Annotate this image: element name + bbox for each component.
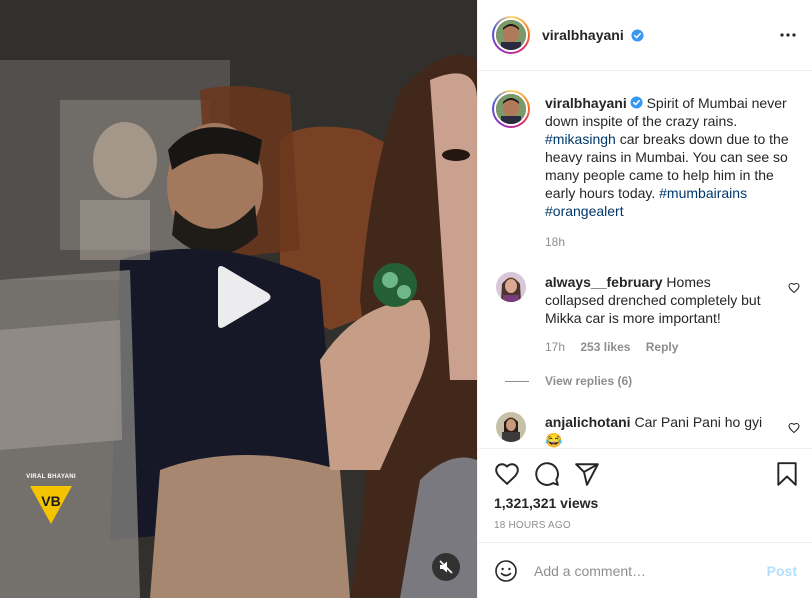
author-username[interactable]: viralbhayani bbox=[542, 27, 624, 43]
svg-text:VB: VB bbox=[41, 493, 60, 509]
commenter-username[interactable]: anjalichotani bbox=[545, 414, 631, 430]
play-icon bbox=[218, 266, 271, 328]
more-options-icon[interactable] bbox=[779, 26, 797, 44]
view-replies-label: View replies (6) bbox=[545, 374, 633, 388]
commenter-username[interactable]: always__february bbox=[545, 274, 663, 290]
verified-badge-icon bbox=[630, 96, 643, 109]
hashtag-link[interactable]: #orangealert bbox=[545, 203, 624, 219]
commenter-avatar[interactable] bbox=[496, 412, 526, 442]
comment-meta: 17h 253 likes Reply bbox=[545, 340, 690, 354]
hashtag-link[interactable]: #mikasingh bbox=[545, 131, 616, 147]
replies-divider bbox=[505, 380, 529, 382]
hashtag-link[interactable]: #mumbairains bbox=[659, 185, 747, 201]
view-replies-button[interactable]: View replies (6) bbox=[505, 374, 632, 388]
watermark: VIRAL BHAYANI VB bbox=[20, 474, 82, 530]
paper-plane-icon[interactable] bbox=[574, 461, 600, 487]
like-comment-icon[interactable] bbox=[788, 282, 800, 294]
watermark-text: VIRAL BHAYANI bbox=[26, 474, 76, 480]
post-timestamp[interactable]: 18 HOURS AGO bbox=[494, 520, 571, 531]
caption-time: 18h bbox=[545, 235, 566, 249]
commenter-avatar[interactable] bbox=[496, 272, 526, 302]
caption-username[interactable]: viralbhayani bbox=[545, 95, 627, 111]
caption-text: viralbhayani Spirit of Mumbai never down… bbox=[545, 94, 807, 220]
emoji-icon[interactable] bbox=[494, 559, 518, 583]
heart-icon[interactable] bbox=[494, 461, 520, 487]
comment-text: anjalichotani Car Pani Pani ho gyi 😂 bbox=[545, 413, 770, 448]
reply-button[interactable]: Reply bbox=[646, 340, 679, 354]
post-actions: 1,321,321 views 18 HOURS AGO bbox=[478, 448, 812, 542]
like-comment-icon[interactable] bbox=[788, 422, 800, 434]
video-player[interactable]: VIRAL BHAYANI VB bbox=[0, 0, 477, 598]
comments-list[interactable]: viralbhayani Spirit of Mumbai never down… bbox=[478, 72, 812, 448]
bookmark-icon[interactable] bbox=[774, 461, 800, 487]
mute-button[interactable] bbox=[432, 553, 460, 581]
muted-speaker-icon bbox=[439, 560, 453, 574]
post-comment-button[interactable]: Post bbox=[767, 563, 797, 579]
comment-likes[interactable]: 253 likes bbox=[580, 340, 630, 354]
comment-time: 17h bbox=[545, 340, 566, 354]
author-avatar[interactable] bbox=[492, 16, 530, 54]
comment-item: always__february Homes collapsed drenche… bbox=[492, 272, 802, 392]
watermark-logo: VB bbox=[30, 486, 72, 524]
add-comment-bar: Post bbox=[478, 542, 812, 598]
comment-text: always__february Homes collapsed drenche… bbox=[545, 273, 770, 327]
post-panel: viralbhayani viralbhayani Spirit of Mumb… bbox=[477, 0, 812, 598]
caption-avatar[interactable] bbox=[492, 90, 530, 128]
view-count[interactable]: 1,321,321 views bbox=[494, 495, 598, 511]
play-button[interactable] bbox=[206, 262, 276, 332]
comment-item: anjalichotani Car Pani Pani ho gyi 😂 bbox=[492, 412, 802, 448]
comment-body: Car Pani Pani ho gyi bbox=[630, 414, 763, 430]
post-header: viralbhayani bbox=[478, 0, 812, 71]
comment-emoji: 😂 bbox=[545, 432, 563, 448]
comment-input[interactable] bbox=[534, 560, 754, 582]
comment-icon[interactable] bbox=[534, 461, 560, 487]
verified-badge-icon bbox=[631, 29, 644, 42]
